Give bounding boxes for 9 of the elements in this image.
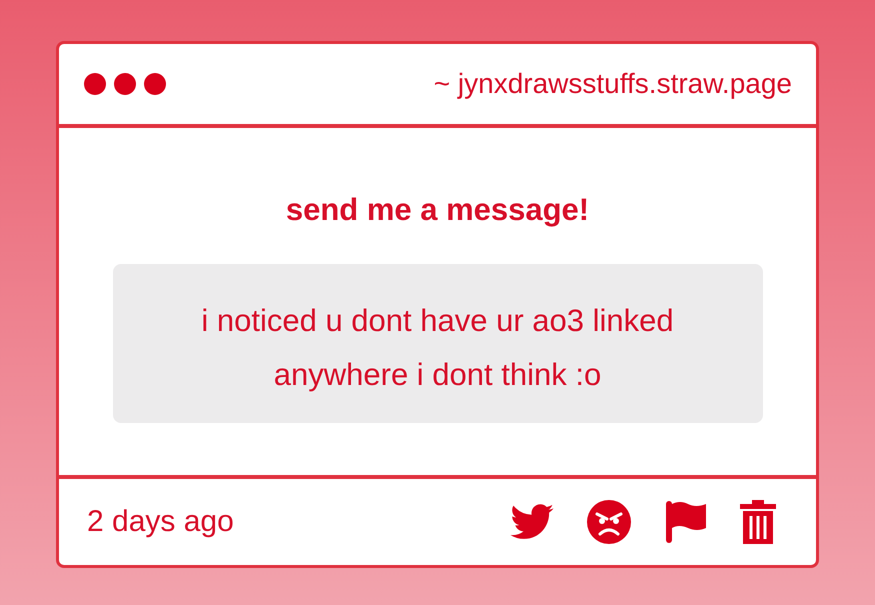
message-text: i noticed u dont have ur ao3 linked anywhere i dont think :o [112, 264, 762, 423]
bird-icon[interactable] [510, 504, 554, 540]
card-title: send me a message! [286, 192, 590, 228]
flag-icon[interactable] [664, 499, 708, 545]
timestamp: 2 days ago [87, 505, 234, 539]
page-url: ~ jynxdrawsstuffs.straw.page [434, 68, 792, 100]
trash-icon[interactable] [740, 500, 776, 544]
window-dots-icon [83, 72, 167, 96]
angry-face-icon[interactable] [586, 499, 632, 545]
